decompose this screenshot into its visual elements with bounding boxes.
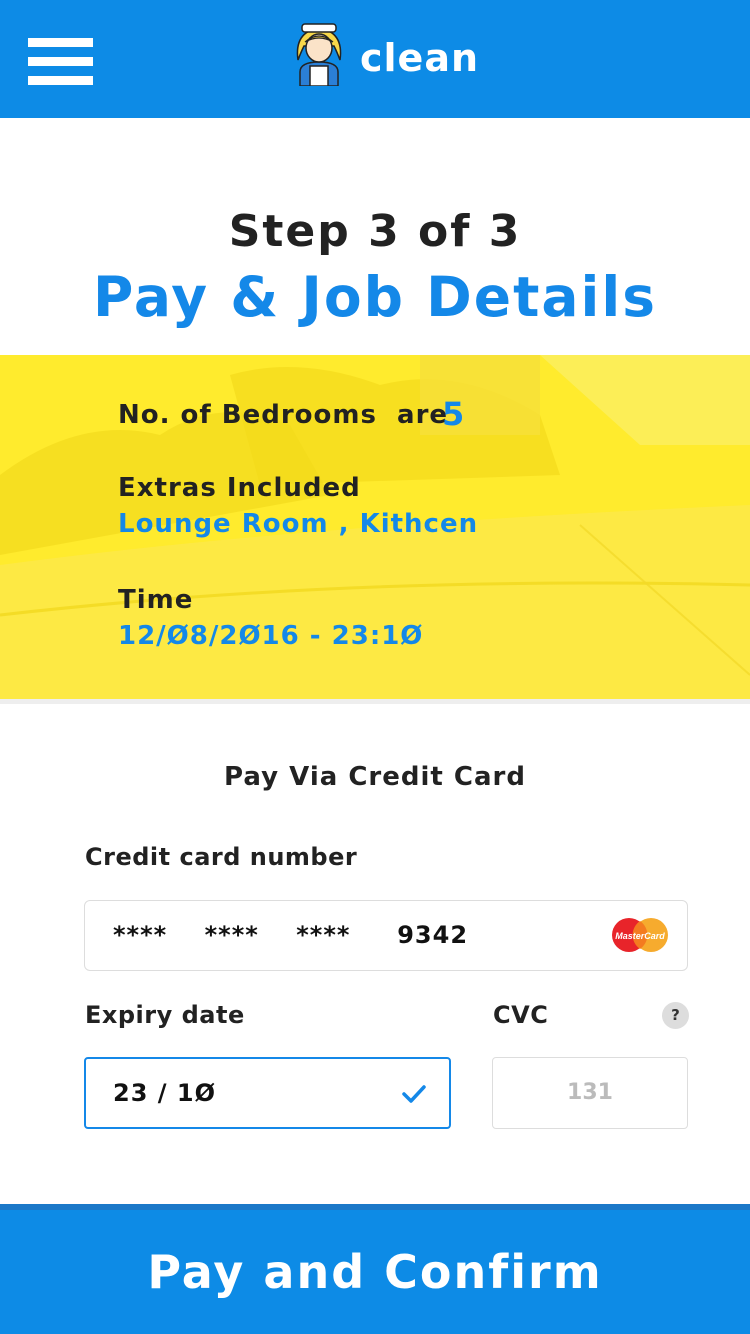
cvc-input[interactable]: 131 <box>492 1057 688 1129</box>
pay-and-confirm-button[interactable]: Pay and Confirm <box>0 1204 750 1334</box>
cvc-placeholder: 131 <box>567 1080 613 1105</box>
bedrooms-label: No. of Bedrooms are <box>118 400 449 430</box>
check-icon <box>402 1085 426 1103</box>
job-summary-panel: No. of Bedrooms are 5 Extras Included Lo… <box>0 355 750 699</box>
app-header: clean <box>0 0 750 118</box>
app-logo[interactable]: clean <box>290 22 480 88</box>
summary-divider <box>0 699 750 704</box>
mastercard-text: MasterCard <box>615 931 665 941</box>
pay-and-confirm-label: Pay and Confirm <box>147 1245 603 1299</box>
payment-heading: Pay Via Credit Card <box>224 762 526 792</box>
time-value: 12/Ø8/2Ø16 - 23:1Ø <box>118 621 424 651</box>
brand-name: clean <box>360 36 480 80</box>
card-number-value: **** **** **** 9342 <box>113 921 469 949</box>
step-indicator: Step 3 of 3 <box>228 206 522 257</box>
expiry-value: 23 / 1Ø <box>113 1079 216 1107</box>
card-number-input[interactable]: **** **** **** 9342 MasterCard <box>84 900 688 971</box>
extras-value: Lounge Room , Kithcen <box>118 509 479 539</box>
expiry-input[interactable]: 23 / 1Ø <box>84 1057 451 1129</box>
cvc-label: CVC <box>493 1001 549 1029</box>
page-title: Pay & Job Details <box>93 265 657 329</box>
card-number-label: Credit card number <box>85 843 358 871</box>
mastercard-icon: MasterCard <box>612 918 668 952</box>
bedrooms-count: 5 <box>442 395 465 433</box>
hamburger-menu-icon[interactable] <box>28 38 93 86</box>
cleaner-woman-icon <box>296 23 342 86</box>
extras-label: Extras Included <box>118 473 361 503</box>
help-icon[interactable]: ? <box>662 1002 689 1029</box>
expiry-label: Expiry date <box>85 1001 245 1029</box>
time-label: Time <box>118 585 194 615</box>
